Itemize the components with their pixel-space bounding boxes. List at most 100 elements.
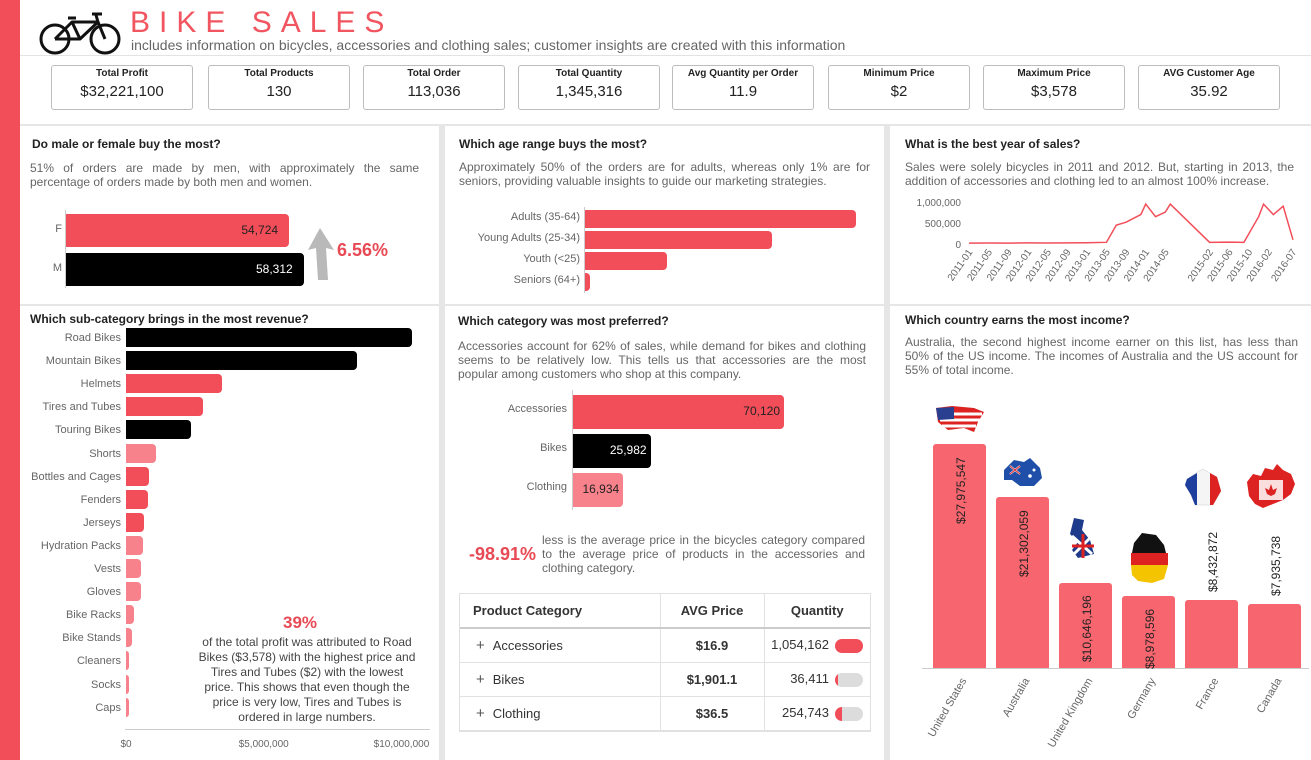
subcat-bar <box>126 535 143 555</box>
subcat-text: of the total profit was attributed to Ro… <box>198 635 416 724</box>
subcat-bar <box>126 328 413 347</box>
sidebar-accent <box>0 0 20 760</box>
australia-flag-map-icon <box>1004 458 1042 486</box>
axis-line <box>584 207 585 293</box>
usa-flag-map-icon <box>936 406 984 432</box>
quantity-cell: 254,743 <box>764 696 870 731</box>
category-label: Youth (<25) <box>523 253 580 265</box>
country-label: Canada <box>1254 676 1285 716</box>
category-name: Bikes <box>492 671 525 687</box>
country-bar <box>1185 600 1238 668</box>
age-question: Which age range buys the most? <box>459 137 648 151</box>
column-divider <box>884 126 890 760</box>
avg-price-cell: $1,901.1 <box>660 662 765 697</box>
x-tick-label: $5,000,000 <box>238 739 289 750</box>
bar-value-label: 58,312 <box>256 262 293 276</box>
table-header[interactable]: Product Category <box>460 594 661 629</box>
subcat-percent: 39% <box>283 613 318 632</box>
subcat-bar <box>126 420 191 440</box>
country-label: Australia <box>1000 676 1033 720</box>
subcat-bar <box>126 651 130 671</box>
axis-line <box>572 390 573 510</box>
kpi-total-profit: Total Profit $32,221,100 <box>51 65 193 110</box>
category-label: Hydration Packs <box>40 539 121 552</box>
category-label: Bike Stands <box>62 632 121 645</box>
category-cell: + Clothing <box>460 696 661 731</box>
product-category-table: Product Category AVG Price Quantity + Acc… <box>459 593 871 732</box>
country-label: Germany <box>1125 676 1159 722</box>
expand-plus-icon[interactable]: + <box>476 637 485 654</box>
axis-line <box>125 729 430 730</box>
category-text: Accessories account for 62% of sales, wh… <box>458 339 866 381</box>
bar-value-label: 54,724 <box>241 223 279 237</box>
category-label: Helmets <box>80 378 121 391</box>
category-label: Tires and Tubes <box>42 401 121 414</box>
price-text: less is the average price in the bicycle… <box>542 533 865 575</box>
x-tick-label: $10,000,000 <box>373 739 430 750</box>
x-tick-label: 2016-07 <box>1269 247 1299 284</box>
table-header[interactable]: Quantity <box>764 594 870 629</box>
bicycle-icon <box>39 12 121 55</box>
quantity-share-bar <box>835 706 863 721</box>
quantity-cell: 1,054,162 <box>764 628 870 663</box>
subcat-bar <box>126 697 129 717</box>
bar-value-label: $27,975,547 <box>954 456 968 524</box>
category-label: Bottles and Cages <box>31 470 121 483</box>
canada-flag-map-icon <box>1247 464 1295 508</box>
sales-line <box>968 202 1294 244</box>
category-label: Mountain Bikes <box>45 355 121 368</box>
gender-question: Do male or female buy the most? <box>32 137 221 151</box>
bar-value-label: 16,934 <box>582 482 620 496</box>
category-label: Young Adults (25-34) <box>477 232 580 244</box>
subcat-bar <box>126 397 204 417</box>
y-tick-label: 500,000 <box>925 219 962 230</box>
table-row[interactable]: + Clothing $36.5 254,743 <box>460 696 870 731</box>
uk-flag-map-icon <box>1070 518 1094 558</box>
quantity-share-bar <box>835 639 863 654</box>
country-text: Australia, the second highest income ear… <box>905 335 1298 377</box>
bar-value-label: $8,432,872 <box>1206 532 1220 593</box>
category-label: F <box>55 223 62 235</box>
table-row[interactable]: + Accessories $16.9 1,054,162 <box>460 628 870 663</box>
expand-plus-icon[interactable]: + <box>476 705 485 722</box>
expand-plus-icon[interactable]: + <box>476 671 485 688</box>
country-question: Which country earns the most income? <box>905 313 1130 327</box>
subcat-bar <box>126 512 144 532</box>
year-question: What is the best year of sales? <box>905 137 1081 151</box>
age-text: Approximately 50% of the orders are for … <box>459 160 870 188</box>
category-name: Accessories <box>492 637 563 653</box>
avg-price-cell: $16.9 <box>660 628 765 663</box>
subcat-bar <box>126 559 142 578</box>
age-bar <box>584 231 773 249</box>
subcat-bar <box>126 628 132 648</box>
age-bar <box>584 252 667 270</box>
country-bar <box>1248 604 1301 668</box>
category-label: Accessories <box>507 403 567 415</box>
category-label: Cleaners <box>76 655 121 668</box>
table-header[interactable]: AVG Price <box>660 594 765 629</box>
category-label: Gloves <box>86 586 121 599</box>
category-label: Fenders <box>80 493 121 506</box>
subcat-bar <box>126 443 157 463</box>
category-label: Seniors (64+) <box>513 274 580 286</box>
category-name: Clothing <box>492 705 541 721</box>
y-tick-label: 0 <box>955 240 961 251</box>
quantity-share-bar <box>835 672 863 687</box>
kpi-minimum-price: Minimum Price $2 <box>828 65 970 110</box>
category-label: M <box>52 262 62 274</box>
kpi-total-products: Total Products 130 <box>208 65 350 110</box>
quantity-value: 254,743 <box>782 705 829 721</box>
table-row[interactable]: + Bikes $1,901.1 36,411 <box>460 662 870 697</box>
kpi-maximum-price: Maximum Price $3,578 <box>983 65 1125 110</box>
gender-text: 51% of orders are made by men, with appr… <box>30 161 419 189</box>
subcat-bar <box>126 605 135 625</box>
section-divider <box>20 304 1311 306</box>
country-label: United States <box>925 676 970 740</box>
category-label: Caps <box>95 701 121 714</box>
bar-value-label: $8,978,596 <box>1143 609 1157 670</box>
bar-value-label: $7,935,738 <box>1269 536 1283 597</box>
category-label: Touring Bikes <box>54 424 121 437</box>
quantity-value: 1,054,162 <box>771 637 829 653</box>
kpi-avg-quantity: Avg Quantity per Order 11.9 <box>672 65 814 110</box>
category-label: Clothing <box>526 481 567 493</box>
